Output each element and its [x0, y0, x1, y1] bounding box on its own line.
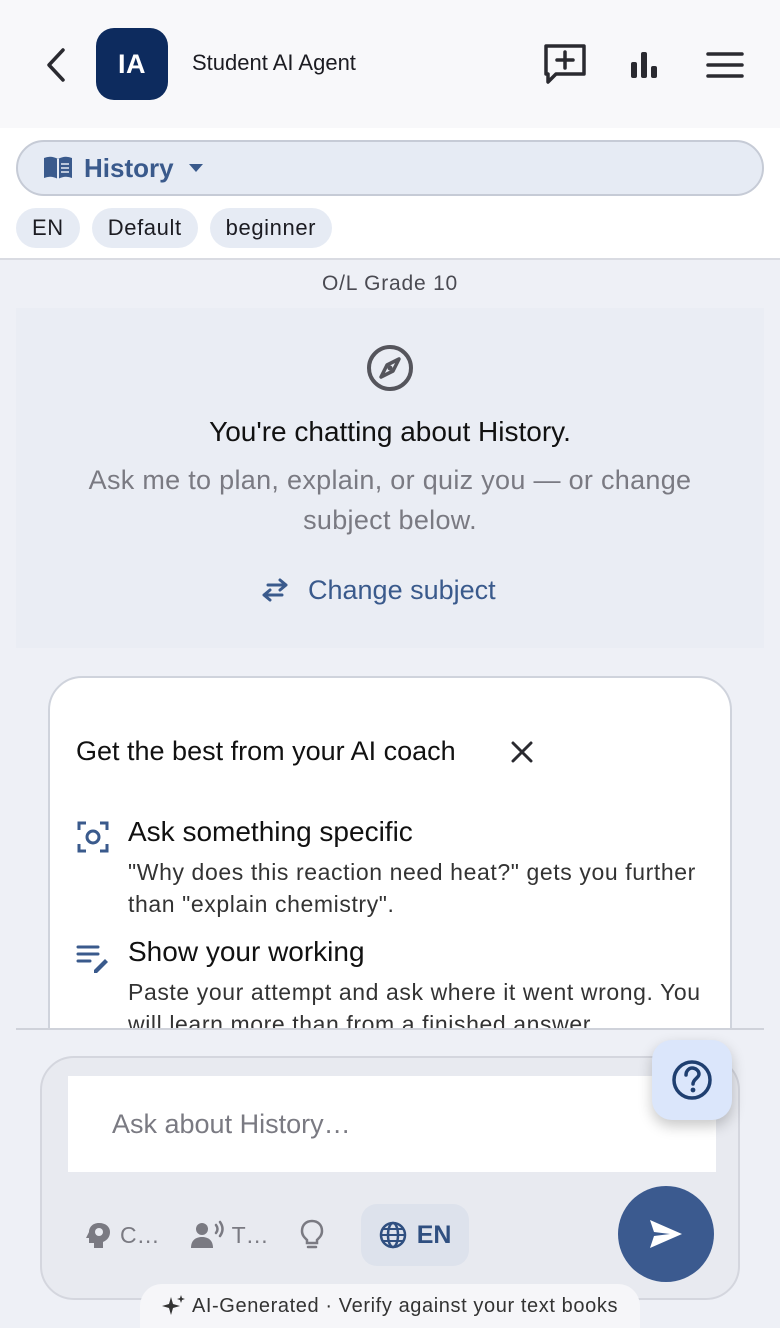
tips-title: Get the best from your AI coach [76, 736, 456, 766]
swap-arrows-icon [262, 578, 288, 602]
page-title: Student AI Agent [192, 50, 356, 75]
help-button[interactable] [652, 1040, 732, 1120]
subject-label: History [84, 152, 174, 183]
lightbulb-icon [300, 1219, 323, 1249]
change-subject-label: Change subject [308, 574, 496, 605]
send-button[interactable] [618, 1186, 714, 1282]
voice-icon [190, 1220, 224, 1248]
sparkle-icon [161, 1295, 185, 1315]
book-icon [44, 156, 72, 179]
avatar: IA [96, 28, 168, 100]
close-tips-button[interactable] [502, 732, 542, 772]
welcome-title: You're chatting about History. [209, 416, 571, 447]
tip-heading: Show your working [128, 936, 365, 967]
edit-notes-icon [76, 945, 108, 973]
subject-dropdown[interactable]: History [16, 140, 764, 196]
send-icon [650, 1220, 682, 1248]
welcome-subtitle: Ask me to plan, explain, or quiz you — o… [88, 465, 692, 535]
globe-icon [379, 1221, 406, 1249]
tool-label: T… [231, 1221, 269, 1248]
back-arrow-icon [47, 48, 65, 82]
help-icon [672, 1060, 712, 1100]
chip-level[interactable]: beginner [209, 208, 333, 248]
app-bar: IA Student AI Agent [0, 0, 780, 128]
tip-heading: Ask something specific [128, 816, 413, 847]
back-button[interactable] [34, 40, 78, 90]
language-toggle[interactable]: EN [360, 1204, 470, 1266]
tutor-voice-button[interactable]: T… [190, 1204, 269, 1266]
language-label: EN [416, 1220, 452, 1249]
tip-body: "Why does this reaction need heat?" gets… [128, 859, 696, 917]
chip-mode[interactable]: Default [91, 208, 198, 248]
coach-mode-button[interactable]: C… [84, 1204, 160, 1266]
grade-label: O/L Grade 10 [321, 272, 459, 295]
chip-row: EN Default beginner [16, 208, 333, 248]
chip-language[interactable]: EN [16, 208, 80, 248]
menu-button[interactable] [698, 40, 752, 90]
bar-chart-icon [631, 52, 657, 78]
change-subject-button[interactable]: Change subject [260, 566, 496, 614]
composer-tools: C… T… EN [84, 1204, 470, 1266]
ai-disclaimer: AI-Generated · Verify against your text … [140, 1284, 640, 1328]
brain-icon [86, 1223, 110, 1248]
focus-icon [77, 821, 109, 853]
close-icon [511, 741, 533, 763]
message-input[interactable] [68, 1076, 716, 1172]
welcome-panel: You're chatting about History. Ask me to… [16, 308, 764, 648]
ai-disclaimer-text: AI-Generated · Verify against your text … [191, 1294, 619, 1317]
subject-header: History EN Default beginner [0, 128, 780, 260]
compass-icon [367, 345, 413, 391]
hint-button[interactable] [299, 1204, 331, 1266]
tool-label: C… [120, 1221, 160, 1248]
stats-button[interactable] [620, 40, 668, 90]
new-chat-button[interactable] [538, 38, 592, 92]
menu-icon [706, 52, 744, 78]
new-chat-icon [544, 44, 586, 84]
dropdown-arrow-icon [188, 164, 203, 172]
